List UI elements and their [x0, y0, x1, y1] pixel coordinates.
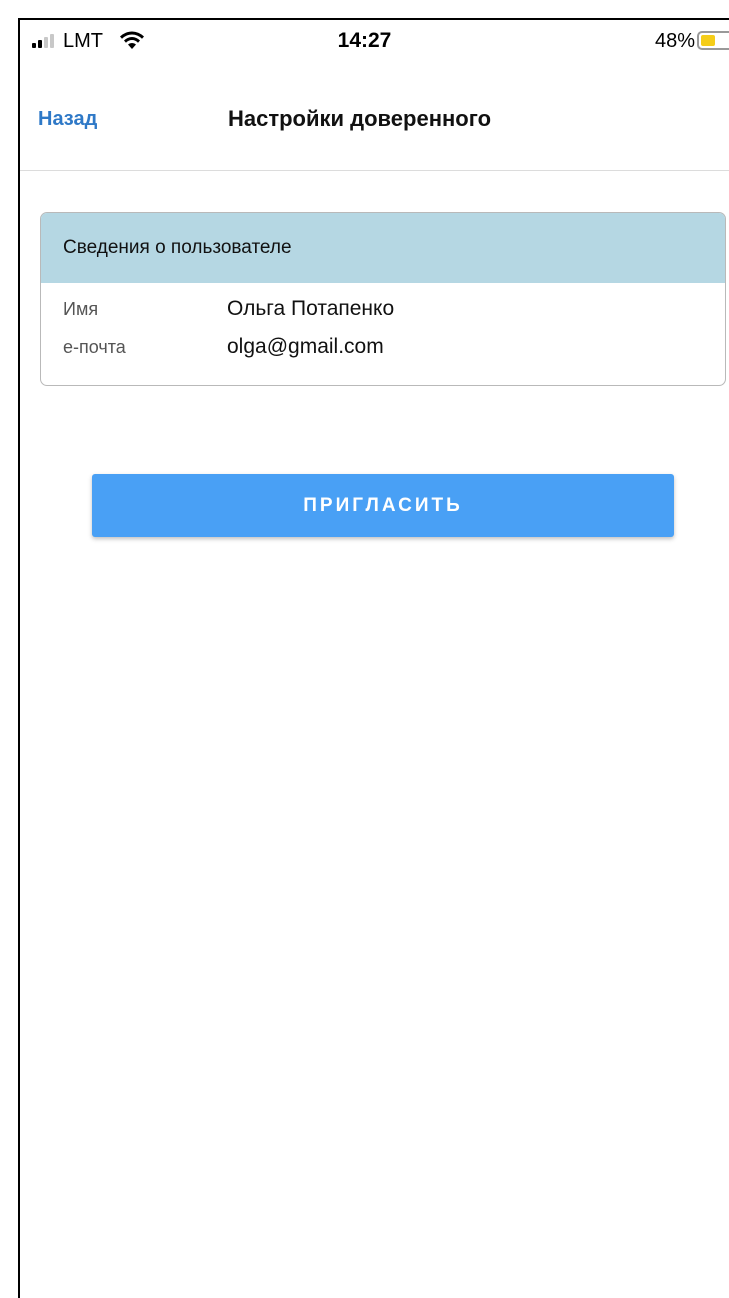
name-label: Имя [63, 299, 99, 319]
page-title: Настройки доверенного [227, 106, 492, 131]
status-bar: LMT 14:27 48% [20, 20, 729, 68]
app-screen: LMT 14:27 48% Назад Настройки доверенног… [18, 18, 729, 1298]
email-row: е-почта olga@gmail.com [63, 335, 725, 373]
email-value: olga@gmail.com [227, 335, 384, 358]
battery-percent: 48% [654, 30, 695, 52]
user-info-card-header: Сведения о пользователе [41, 213, 725, 283]
user-info-card: Сведения о пользователе Имя Ольга Потапе… [40, 212, 726, 386]
battery-icon [697, 31, 729, 50]
name-value: Ольга Потапенко [227, 297, 395, 320]
user-info-card-body: Имя Ольга Потапенко е-почта olga@gmail.c… [41, 283, 725, 373]
name-row: Имя Ольга Потапенко [63, 297, 725, 335]
clock: 14:27 [337, 29, 392, 52]
navigation-bar: Назад Настройки доверенного [20, 68, 729, 171]
email-label: е-почта [63, 337, 126, 357]
battery-level [701, 35, 716, 46]
invite-button[interactable]: ПРИГЛАСИТЬ [92, 474, 674, 537]
